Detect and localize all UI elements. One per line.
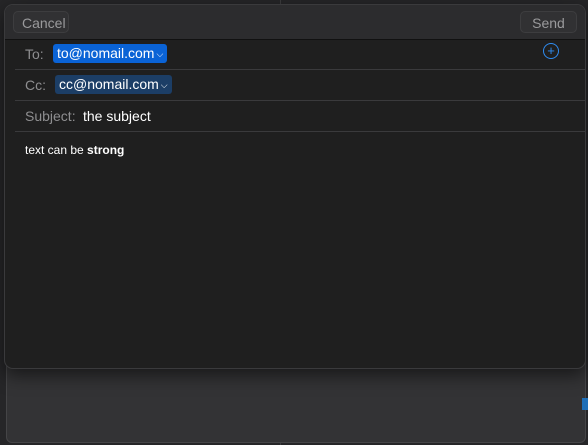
add-recipient-icon[interactable]: + bbox=[543, 43, 559, 59]
cc-recipient-address: cc@nomail.com bbox=[59, 76, 159, 92]
cancel-button[interactable]: Cancel bbox=[13, 11, 69, 33]
subject-divider bbox=[15, 131, 585, 132]
to-recipient-address: to@nomail.com bbox=[57, 45, 155, 61]
compose-sheet: Cancel Send To: to@nomail.com ⌵ + Cc: cc@… bbox=[4, 4, 586, 369]
background-accent bbox=[582, 398, 588, 410]
cc-label: Cc: bbox=[25, 77, 46, 93]
body-strong-text: strong bbox=[87, 143, 125, 157]
cc-recipient-token[interactable]: cc@nomail.com ⌵ bbox=[55, 75, 172, 94]
to-label: To: bbox=[25, 46, 44, 62]
send-button[interactable]: Send bbox=[520, 11, 577, 33]
subject-field-row[interactable]: Subject: the subject bbox=[5, 101, 585, 132]
to-field-row[interactable]: To: to@nomail.com ⌵ + bbox=[5, 39, 585, 70]
compose-toolbar: Cancel Send bbox=[5, 5, 585, 40]
chevron-down-icon: ⌵ bbox=[160, 80, 168, 90]
body-text: text can be bbox=[25, 143, 88, 157]
chevron-down-icon: ⌵ bbox=[156, 49, 164, 59]
message-body[interactable]: text can be strong bbox=[25, 143, 124, 157]
subject-label: Subject: bbox=[25, 108, 76, 124]
cc-field-row[interactable]: Cc: cc@nomail.com ⌵ bbox=[5, 70, 585, 101]
subject-input[interactable]: the subject bbox=[83, 108, 151, 124]
to-recipient-token[interactable]: to@nomail.com ⌵ bbox=[53, 44, 168, 63]
